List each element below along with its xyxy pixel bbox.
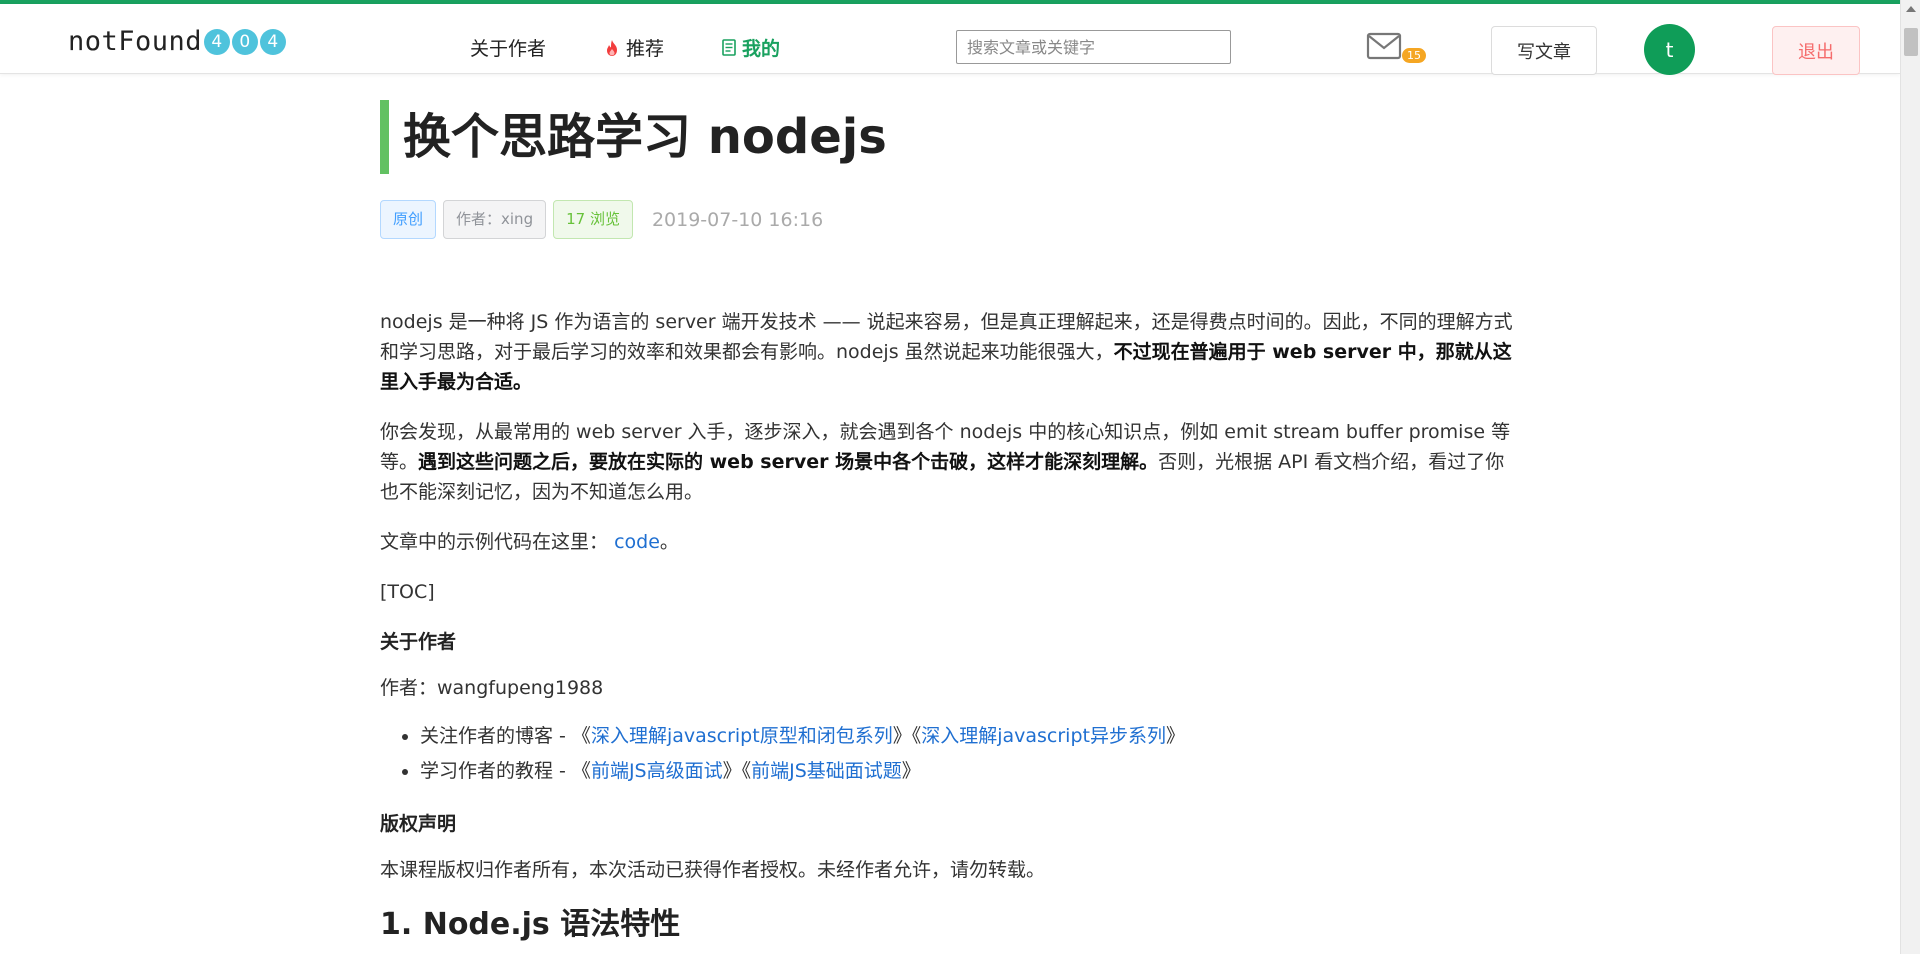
list-item: 学习作者的教程 - 《前端JS高级面试》《前端JS基础面试题》 <box>420 754 1515 789</box>
text-span: 》 <box>901 760 921 782</box>
views-tag: 17 浏览 <box>553 200 633 239</box>
code-link[interactable]: code <box>614 531 660 553</box>
copyright-heading: 版权声明 <box>380 813 457 835</box>
blog-series-closure-link[interactable]: 深入理解javascript原型和闭包系列 <box>591 725 893 747</box>
text-span: 学习作者的教程 - 《 <box>420 760 591 782</box>
page-scrollbar[interactable] <box>1900 0 1920 954</box>
user-avatar[interactable]: t <box>1644 24 1695 75</box>
text-span: 文章中的示例代码在这里： <box>380 531 609 553</box>
nav-mine[interactable]: 我的 <box>722 34 780 61</box>
article: 换个思路学习 nodejs 原创 作者：xing 17 浏览 2019-07-1… <box>380 100 1515 945</box>
messages-button[interactable]: 15 <box>1366 32 1426 68</box>
publish-date: 2019-07-10 16:16 <box>651 208 824 231</box>
logo-digit: 4 <box>260 28 287 55</box>
text-span: 。 <box>659 531 679 553</box>
main-nav: 关于作者 推荐 我的 <box>470 34 838 61</box>
nav-recommend-label: 推荐 <box>626 38 665 60</box>
fire-icon <box>604 39 620 57</box>
paragraph-approach: 你会发现，从最常用的 web server 入手，逐步深入，就会遇到各个 nod… <box>380 417 1515 507</box>
unread-count-badge: 15 <box>1402 48 1426 63</box>
write-article-button[interactable]: 写文章 <box>1491 26 1597 75</box>
logo-digit: 0 <box>232 28 259 55</box>
search-input[interactable] <box>956 30 1231 64</box>
original-tag: 原创 <box>380 200 437 239</box>
paragraph-intro: nodejs 是一种将 JS 作为语言的 server 端开发技术 —— 说起来… <box>380 307 1515 397</box>
top-navbar: notFound 4 0 4 关于作者 推荐 我的 搜索文章或关键字 15 写文… <box>0 4 1900 75</box>
author-links-list: 关注作者的博客 - 《深入理解javascript原型和闭包系列》《深入理解ja… <box>380 719 1515 789</box>
article-body: nodejs 是一种将 JS 作为语言的 server 端开发技术 —— 说起来… <box>380 307 1515 945</box>
blog-series-async-link[interactable]: 深入理解javascript异步系列 <box>921 725 1166 747</box>
article-title: 换个思路学习 nodejs <box>380 100 1515 174</box>
article-meta: 原创 作者：xing 17 浏览 2019-07-10 16:16 <box>380 200 1515 239</box>
scroll-up-arrow-icon[interactable] <box>1906 6 1916 12</box>
section-heading: 1. Node.js 语法特性 <box>380 907 681 942</box>
text-span: 》《 <box>892 725 922 747</box>
logo-text: notFound <box>68 26 203 57</box>
course-advanced-link[interactable]: 前端JS高级面试 <box>591 760 723 782</box>
course-basic-link[interactable]: 前端JS基础面试题 <box>751 760 902 782</box>
mail-icon <box>1366 32 1402 60</box>
author-line: 作者：wangfupeng1988 <box>380 677 604 699</box>
scroll-thumb[interactable] <box>1904 28 1918 56</box>
nav-recommend[interactable]: 推荐 <box>604 34 664 61</box>
logo-digit: 4 <box>204 28 231 55</box>
logout-button[interactable]: 退出 <box>1772 26 1860 75</box>
nav-about-label: 关于作者 <box>470 38 547 60</box>
about-author-heading: 关于作者 <box>380 631 457 653</box>
text-span: 》 <box>1165 725 1185 747</box>
nav-mine-label: 我的 <box>742 38 781 60</box>
copyright-text: 本课程版权归作者所有，本次活动已获得作者授权。未经作者允许，请勿转载。 <box>380 859 1046 881</box>
list-item: 关注作者的博客 - 《深入理解javascript原型和闭包系列》《深入理解ja… <box>420 719 1515 754</box>
text-span: 关注作者的博客 - 《 <box>420 725 591 747</box>
site-logo[interactable]: notFound 4 0 4 <box>68 26 287 57</box>
document-icon <box>722 39 736 56</box>
paragraph-code: 文章中的示例代码在这里： code。 <box>380 527 1515 557</box>
nav-about-author[interactable]: 关于作者 <box>470 34 546 61</box>
author-tag: 作者：xing <box>443 200 547 239</box>
toc-placeholder: [TOC] <box>380 581 435 603</box>
text-span: 》《 <box>722 760 752 782</box>
bold-text: 遇到这些问题之后，要放在实际的 web server 场景中各个击破，这样才能深… <box>418 451 1159 473</box>
